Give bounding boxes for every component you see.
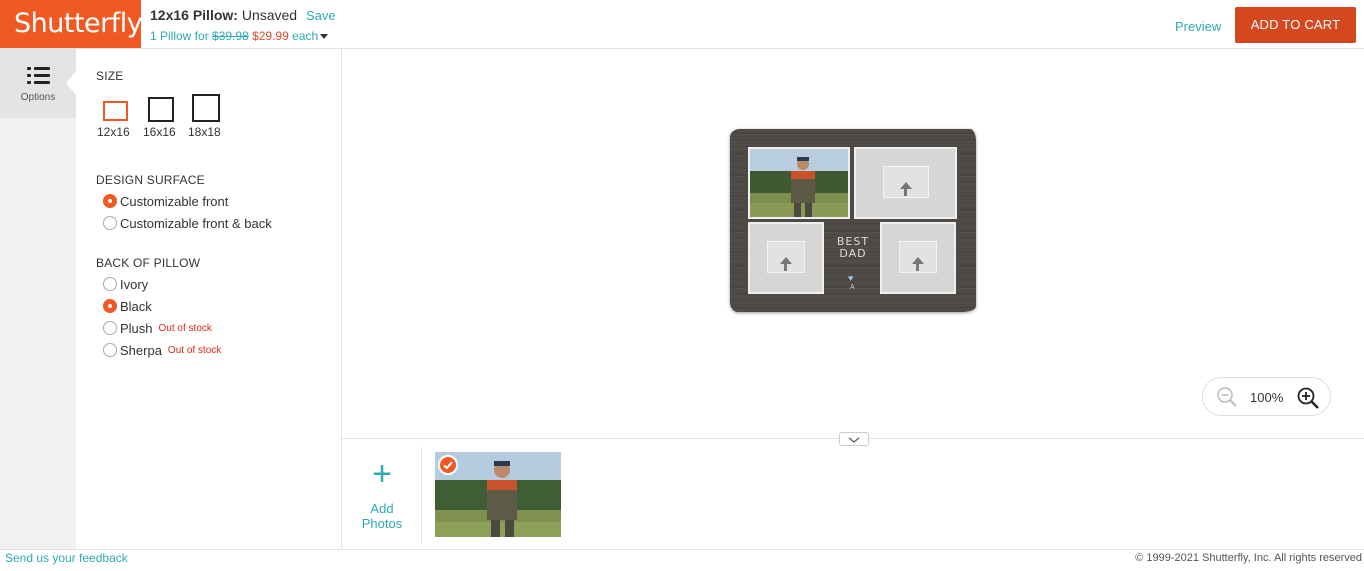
radio-button xyxy=(103,194,117,208)
product-title: 12x16 Pillow: Unsaved xyxy=(150,7,297,23)
pillow-preview[interactable]: BEST DAD ♥ A xyxy=(730,129,976,312)
radio-customizable-front[interactable]: Customizable front xyxy=(103,193,228,209)
upload-arrow-stem xyxy=(784,264,787,271)
radio-label: Plush xyxy=(120,320,153,336)
footer: Send us your feedback © 1999-2021 Shutte… xyxy=(0,549,1364,571)
active-tab-pointer xyxy=(66,71,76,95)
photo-slot-filled[interactable] xyxy=(748,147,850,219)
photo-slot-empty[interactable] xyxy=(748,222,824,294)
upload-arrow-icon xyxy=(900,182,912,189)
radio-button xyxy=(103,277,117,291)
save-link[interactable]: Save xyxy=(306,8,336,23)
chevron-down-icon xyxy=(320,34,329,40)
plus-icon: + xyxy=(372,455,392,493)
pillow-initial: A xyxy=(850,284,855,291)
radio-customizable-front-back[interactable]: Customizable front & back xyxy=(103,215,272,231)
price-new: $29.99 xyxy=(252,29,289,43)
radio-label: Black xyxy=(120,298,152,314)
options-panel: SIZE 12x16 16x16 18x18 DESIGN SURFACE Cu… xyxy=(76,49,342,549)
tray-divider xyxy=(421,447,422,543)
radio-back-sherpa[interactable]: Sherpa Out of stock xyxy=(103,342,221,358)
radio-back-plush[interactable]: Plush Out of stock xyxy=(103,320,212,336)
add-photos-button[interactable]: + Add Photos xyxy=(358,457,406,531)
back-of-pillow-title: BACK OF PILLOW xyxy=(96,256,201,270)
tab-options-label: Options xyxy=(20,92,56,103)
product-name: 12x16 Pillow: xyxy=(150,7,238,23)
tray-collapse-button[interactable] xyxy=(839,432,869,446)
copyright-text: © 1999-2021 Shutterfly, Inc. All rights … xyxy=(1135,552,1362,564)
design-surface-title: DESIGN SURFACE xyxy=(96,173,205,187)
radio-button xyxy=(103,299,117,313)
zoom-level: 100% xyxy=(1250,390,1284,405)
zoom-in-icon[interactable] xyxy=(1297,387,1319,409)
logo-mark: . xyxy=(143,13,146,22)
pillow-text[interactable]: BEST DAD xyxy=(831,236,875,260)
zoom-out-icon[interactable] xyxy=(1217,387,1237,407)
tab-options[interactable]: Options xyxy=(0,49,76,118)
add-to-cart-button[interactable]: ADD TO CART xyxy=(1235,7,1356,43)
upload-arrow-stem xyxy=(904,189,907,196)
add-photos-line1: Add xyxy=(370,501,394,516)
checkmark-glyph xyxy=(443,461,453,470)
top-header: Shutterfly. 12x16 Pillow: Unsaved Save 1… xyxy=(0,0,1364,49)
photo-slot-empty[interactable] xyxy=(880,222,956,294)
preview-link[interactable]: Preview xyxy=(1175,19,1221,34)
product-status: Unsaved xyxy=(241,7,298,23)
upload-arrow-icon xyxy=(780,257,792,264)
shutterfly-logo[interactable]: Shutterfly. xyxy=(0,0,146,48)
radio-label: Sherpa xyxy=(120,342,162,358)
price-dropdown[interactable]: 1 Pillow for $39.98 $29.99 each xyxy=(150,29,329,43)
chevron-down-icon xyxy=(848,437,860,443)
size-section-title: SIZE xyxy=(96,69,124,83)
zoom-control: 100% xyxy=(1202,377,1331,416)
radio-button xyxy=(103,321,117,335)
size-swatch xyxy=(103,101,128,121)
size-swatch xyxy=(148,97,174,122)
radio-button xyxy=(103,216,117,230)
out-of-stock-badge: Out of stock xyxy=(158,322,212,334)
radio-label: Customizable front & back xyxy=(120,215,272,231)
out-of-stock-badge: Out of stock xyxy=(167,344,222,356)
add-photos-line2: Photos xyxy=(361,516,403,531)
size-swatch xyxy=(192,94,220,122)
price-old: $39.98 xyxy=(212,29,249,43)
size-label: 12x16 xyxy=(97,125,130,139)
heart-icon: ♥ xyxy=(848,273,854,283)
pillow-text-line2: DAD xyxy=(839,247,867,260)
photo-tray: + Add Photos xyxy=(342,432,1364,549)
radio-button xyxy=(103,343,117,357)
size-label: 18x18 xyxy=(188,125,221,139)
photo-thumbnail[interactable] xyxy=(435,452,561,537)
price-suffix: each xyxy=(292,29,319,43)
radio-label: Customizable front xyxy=(120,193,229,209)
upload-arrow-stem xyxy=(916,264,919,271)
list-icon xyxy=(27,67,50,84)
logo-text: Shutterfly xyxy=(14,8,143,39)
price-prefix: 1 Pillow for xyxy=(150,29,209,43)
radio-back-ivory[interactable]: Ivory xyxy=(103,276,148,292)
selected-check-icon xyxy=(438,455,458,475)
man-photo-image xyxy=(750,149,848,217)
photo-slot-empty[interactable] xyxy=(854,147,957,219)
radio-back-black[interactable]: Black xyxy=(103,298,152,314)
left-rail: Options xyxy=(0,49,76,549)
radio-label: Ivory xyxy=(120,276,149,292)
size-label: 16x16 xyxy=(143,125,176,139)
design-canvas: BEST DAD ♥ A 100% xyxy=(342,49,1364,438)
upload-arrow-icon xyxy=(912,257,924,264)
feedback-link[interactable]: Send us your feedback xyxy=(5,551,128,565)
